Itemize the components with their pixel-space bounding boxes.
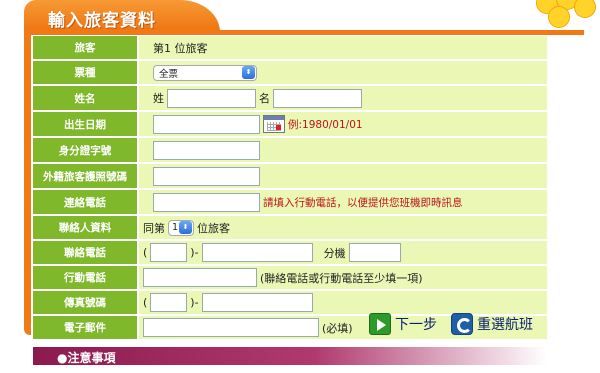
label-id-number: 身分證字號: [33, 138, 137, 162]
label-fax: 傳真號碼: [33, 291, 137, 314]
same-as-passenger-select[interactable]: 1 ⬍: [168, 219, 194, 236]
birthdate-example: 例:1980/01/01: [288, 118, 363, 131]
fax-area-code-input[interactable]: [150, 293, 188, 312]
email-note: (必填): [322, 321, 353, 335]
same-as-prefix: 同第: [143, 221, 165, 235]
surname-prefix: 姓: [153, 92, 164, 105]
mobile-input[interactable]: [143, 268, 257, 287]
email-input[interactable]: [143, 318, 319, 337]
area-code-open: (: [143, 246, 148, 259]
label-contact-phone: 連絡電話: [33, 190, 137, 214]
label-contact-person: 聯絡人資料: [33, 216, 137, 239]
id-number-input[interactable]: [153, 140, 260, 160]
row-id-number: 身分證字號: [33, 138, 547, 162]
extension-label: 分機: [323, 246, 346, 260]
birthdate-input[interactable]: [153, 114, 260, 134]
contact-phone-hint: 請填入行動電話，以便提供您班機即時訊息: [263, 196, 463, 209]
label-passenger: 旅客: [33, 36, 137, 59]
row-contact-person: 聯絡人資料 同第 1 ⬍ 位旅客: [33, 216, 547, 239]
next-button-label: 下一步: [395, 317, 437, 333]
ticket-type-select[interactable]: 全票 ⬍: [153, 64, 257, 81]
ticket-type-value: 全票: [159, 68, 179, 80]
given-name-prefix: 名: [259, 92, 270, 105]
row-passenger: 旅客 第1 位旅客: [33, 36, 547, 59]
refresh-icon: [451, 313, 473, 335]
passenger-form: 旅客 第1 位旅客 票種 全票 ⬍ 姓名 姓 名 出生日期 例:1980/01/…: [33, 36, 547, 341]
row-ticket-type: 票種 全票 ⬍: [33, 61, 547, 84]
label-email: 電子郵件: [33, 316, 137, 339]
left-border: [24, 30, 31, 335]
row-passport: 外籍旅客護照號碼: [33, 164, 547, 188]
label-phone: 聯絡電話: [33, 241, 137, 264]
extension-input[interactable]: [348, 243, 401, 262]
label-birthdate: 出生日期: [33, 112, 137, 136]
passport-input[interactable]: [153, 166, 260, 186]
label-passport: 外籍旅客護照號碼: [33, 164, 137, 188]
row-birthdate: 出生日期 例:1980/01/01: [33, 112, 547, 136]
same-as-suffix: 位旅客: [197, 221, 230, 235]
select-arrow-icon: ⬍: [179, 221, 192, 234]
given-name-input[interactable]: [273, 88, 362, 108]
play-arrow-icon: [369, 313, 391, 335]
action-buttons: 下一步 重選航班: [369, 313, 533, 335]
phone-area-code-input[interactable]: [150, 243, 188, 262]
reselect-flight-button[interactable]: 重選航班: [443, 313, 533, 335]
row-phone: 聯絡電話 ( )- 分機: [33, 241, 547, 264]
fax-number-input[interactable]: [201, 293, 313, 312]
notice-header: ●注意事項: [33, 347, 547, 365]
area-code-close: )-: [190, 246, 199, 259]
section-title: 輸入旅客資料: [24, 0, 220, 32]
fax-area-close: )-: [190, 296, 199, 309]
mobile-note: (聯絡電話或行動電話至少填一項): [260, 271, 423, 285]
fax-area-open: (: [143, 296, 148, 309]
row-fax: 傳真號碼 ( )-: [33, 291, 547, 314]
row-mobile: 行動電話 (聯絡電話或行動電話至少填一項): [33, 266, 547, 289]
label-ticket-type: 票種: [33, 61, 137, 84]
row-name: 姓名 姓 名: [33, 86, 547, 110]
reselect-flight-label: 重選航班: [477, 317, 533, 333]
next-button[interactable]: 下一步: [369, 313, 437, 335]
contact-phone-input[interactable]: [153, 192, 260, 212]
surname-input[interactable]: [167, 88, 256, 108]
select-arrow-icon: ⬍: [242, 66, 255, 79]
row-contact-phone: 連絡電話 請填入行動電話，以便提供您班機即時訊息: [33, 190, 547, 214]
phone-number-input[interactable]: [201, 243, 313, 262]
same-as-passenger-value: 1: [172, 222, 179, 233]
title-underline: [24, 30, 584, 35]
passenger-number: 第1 位旅客: [153, 41, 208, 55]
label-name: 姓名: [33, 86, 137, 110]
flower-decoration: [530, 0, 600, 32]
calendar-icon[interactable]: [263, 115, 285, 133]
label-mobile: 行動電話: [33, 266, 137, 289]
